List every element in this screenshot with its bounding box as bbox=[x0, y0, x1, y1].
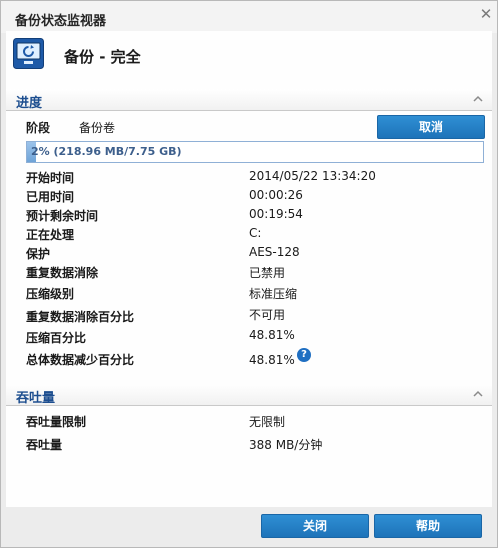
collapse-up-icon[interactable] bbox=[472, 93, 484, 105]
collapse-up-icon[interactable] bbox=[472, 388, 484, 400]
throughput-limit-label: 吞吐量限制 bbox=[26, 415, 87, 429]
remaining-time-label: 预计剩余时间 bbox=[26, 209, 99, 223]
remaining-time-value: 00:19:54 bbox=[249, 207, 303, 221]
window-title: 备份状态监视器 bbox=[15, 14, 107, 29]
dedup-percent-label: 重复数据消除百分比 bbox=[26, 310, 135, 324]
progress-section-title: 进度 bbox=[16, 96, 43, 111]
throughput-section-header[interactable]: 吞吐量 bbox=[6, 384, 492, 406]
start-time-value: 2014/05/22 13:34:20 bbox=[249, 169, 376, 183]
compression-percent-value: 48.81% bbox=[249, 328, 295, 342]
help-button[interactable]: 帮助 bbox=[374, 514, 482, 538]
deduplication-label: 重复数据消除 bbox=[26, 266, 99, 280]
backup-status-title: 备份 - 完全 bbox=[64, 48, 141, 66]
throughput-value: 388 MB/分钟 bbox=[249, 438, 323, 452]
close-button[interactable]: 关闭 bbox=[261, 514, 369, 538]
start-time-label: 开始时间 bbox=[26, 171, 75, 185]
help-icon[interactable]: ? bbox=[297, 348, 311, 362]
deduplication-value: 已禁用 bbox=[249, 266, 286, 280]
throughput-limit-value: 无限制 bbox=[249, 415, 286, 429]
close-icon[interactable]: ✕ bbox=[479, 7, 493, 22]
backup-monitor-icon bbox=[13, 38, 44, 69]
stage-label: 阶段 bbox=[26, 121, 51, 135]
elapsed-time-label: 已用时间 bbox=[26, 190, 75, 204]
compression-level-label: 压缩级别 bbox=[26, 287, 75, 301]
compression-level-value: 标准压缩 bbox=[249, 287, 298, 301]
progress-text: 2% (218.96 MB/7.75 GB) bbox=[31, 145, 182, 158]
protection-label: 保护 bbox=[26, 247, 51, 261]
progress-section-header[interactable]: 进度 bbox=[6, 89, 492, 111]
total-reduction-label: 总体数据减少百分比 bbox=[26, 353, 135, 367]
stage-value: 备份卷 bbox=[79, 121, 116, 135]
protection-value: AES-128 bbox=[249, 245, 300, 259]
throughput-label: 吞吐量 bbox=[26, 438, 63, 452]
processing-label: 正在处理 bbox=[26, 228, 75, 242]
compression-percent-label: 压缩百分比 bbox=[26, 331, 87, 345]
cancel-button[interactable]: 取消 bbox=[377, 115, 485, 139]
backup-status-monitor-dialog: 备份状态监视器 ✕ 备份 - 完全 进度 阶段 备份卷 取消 2% (218.9… bbox=[0, 0, 498, 548]
dedup-percent-value: 不可用 bbox=[249, 308, 286, 322]
title-bar[interactable]: 备份状态监视器 ✕ bbox=[1, 1, 497, 33]
total-reduction-value: 48.81% bbox=[249, 353, 295, 367]
elapsed-time-value: 00:00:26 bbox=[249, 188, 303, 202]
processing-value: C: bbox=[249, 226, 262, 240]
backup-progress-bar: 2% (218.96 MB/7.75 GB) bbox=[26, 141, 484, 163]
throughput-section-title: 吞吐量 bbox=[16, 391, 56, 406]
